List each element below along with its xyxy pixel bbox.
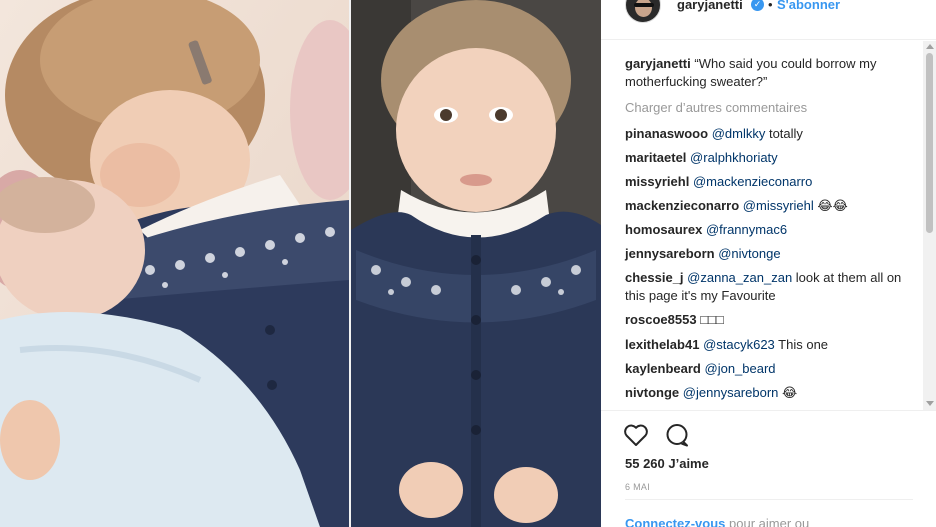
header-username[interactable]: garyjanetti <box>677 0 743 13</box>
comments-list[interactable]: garyjanetti “Who said you could borrow m… <box>601 41 936 410</box>
likes-count[interactable]: 55 260 J’aime <box>625 456 709 472</box>
post-caption: garyjanetti “Who said you could borrow m… <box>625 55 895 91</box>
comment-item: jennysareborn @nivtonge <box>625 245 905 263</box>
comment-username[interactable]: nivtonge <box>625 385 679 400</box>
comment-text: 😂 <box>778 385 798 400</box>
load-more-comments-button[interactable]: Charger d’autres commentaires <box>625 100 807 116</box>
comment-username[interactable]: jennysareborn <box>625 246 715 261</box>
login-prompt-text: pour aimer ou <box>725 516 810 527</box>
avatar-glasses <box>634 3 654 7</box>
scroll-down-arrow-icon[interactable] <box>926 401 934 406</box>
caption-username[interactable]: garyjanetti <box>625 56 691 71</box>
comment-username[interactable]: missyriehl <box>625 174 689 189</box>
comment-bubble-icon[interactable] <box>664 423 690 447</box>
comment-mention[interactable]: @frannymac6 <box>706 222 787 237</box>
comment-username[interactable]: lexithelab41 <box>625 337 699 352</box>
scroll-thumb[interactable] <box>926 53 933 233</box>
comment-username[interactable]: homosaurex <box>625 222 702 237</box>
comment-text: totally <box>765 126 803 141</box>
follow-button[interactable]: S'abonner <box>777 0 840 13</box>
comment-item: roscoe8553 □□□ <box>625 311 905 329</box>
comment-mention[interactable]: @stacyk623 <box>703 337 775 352</box>
comment-username[interactable]: chessie_j <box>625 270 684 285</box>
comment-item: lexithelab41 @stacyk623 This one <box>625 336 905 354</box>
comment-text: □□□ <box>700 312 724 327</box>
comment-username[interactable]: pinanaswooo <box>625 126 708 141</box>
scroll-up-arrow-icon[interactable] <box>926 44 934 49</box>
photo-left-girl-with-baby <box>0 0 349 527</box>
comment-mention[interactable]: @jennysareborn <box>683 385 779 400</box>
comment-item: maritaetel @ralphkhoriaty <box>625 149 905 167</box>
login-prompt: Connectez-vous pour aimer ou <box>625 516 809 527</box>
comment-username[interactable]: mackenzieconarro <box>625 198 739 213</box>
post-photo[interactable] <box>0 0 601 527</box>
comment-item: nivtonge @jennysareborn 😂 <box>625 384 905 402</box>
comment-mention[interactable]: @mackenzieconarro <box>693 174 812 189</box>
comment-item: missyriehl @mackenzieconarro <box>625 173 905 191</box>
header-separator: • <box>768 0 773 12</box>
comment-mention[interactable]: @jon_beard <box>705 361 776 376</box>
comment-mention[interactable]: @missyriehl <box>743 198 814 213</box>
avatar[interactable] <box>625 0 661 23</box>
comment-mention[interactable]: @ralphkhoriaty <box>690 150 778 165</box>
verified-badge-icon: ✓ <box>751 0 764 11</box>
comment-username[interactable]: kaylenbeard <box>625 361 701 376</box>
comment-mention[interactable]: @nivtonge <box>718 246 780 261</box>
comment-text: This one <box>774 337 829 352</box>
photo-right-boy-in-sweater <box>351 0 601 527</box>
post-side-panel: garyjanetti ✓ • S'abonner garyjanetti “W… <box>601 0 936 527</box>
comment-item: kaylenbeard @jon_beard <box>625 360 905 378</box>
comment-item: homosaurex @frannymac6 <box>625 221 905 239</box>
post-header: garyjanetti ✓ • S'abonner <box>601 0 936 40</box>
comment-mention[interactable]: @dmlkky <box>712 126 766 141</box>
comment-text: 😂😂 <box>813 198 848 213</box>
post-date: 6 MAI <box>625 482 651 492</box>
comment-item: chessie_j @zanna_zan_zan look at them al… <box>625 269 905 305</box>
comments-scrollbar[interactable] <box>923 41 936 410</box>
comment-item: pinanaswooo @dmlkky totally <box>625 125 905 143</box>
comment-username[interactable]: maritaetel <box>625 150 686 165</box>
comment-mention[interactable]: @zanna_zan_zan <box>687 270 792 285</box>
login-divider <box>625 499 913 500</box>
login-link[interactable]: Connectez-vous <box>625 516 725 527</box>
comment-item: mackenzieconarro @missyriehl 😂😂 <box>625 197 905 215</box>
heart-icon[interactable] <box>623 423 649 447</box>
comment-username[interactable]: roscoe8553 <box>625 312 697 327</box>
post-actions: 55 260 J’aime 6 MAI Connectez-vous pour … <box>601 410 936 527</box>
